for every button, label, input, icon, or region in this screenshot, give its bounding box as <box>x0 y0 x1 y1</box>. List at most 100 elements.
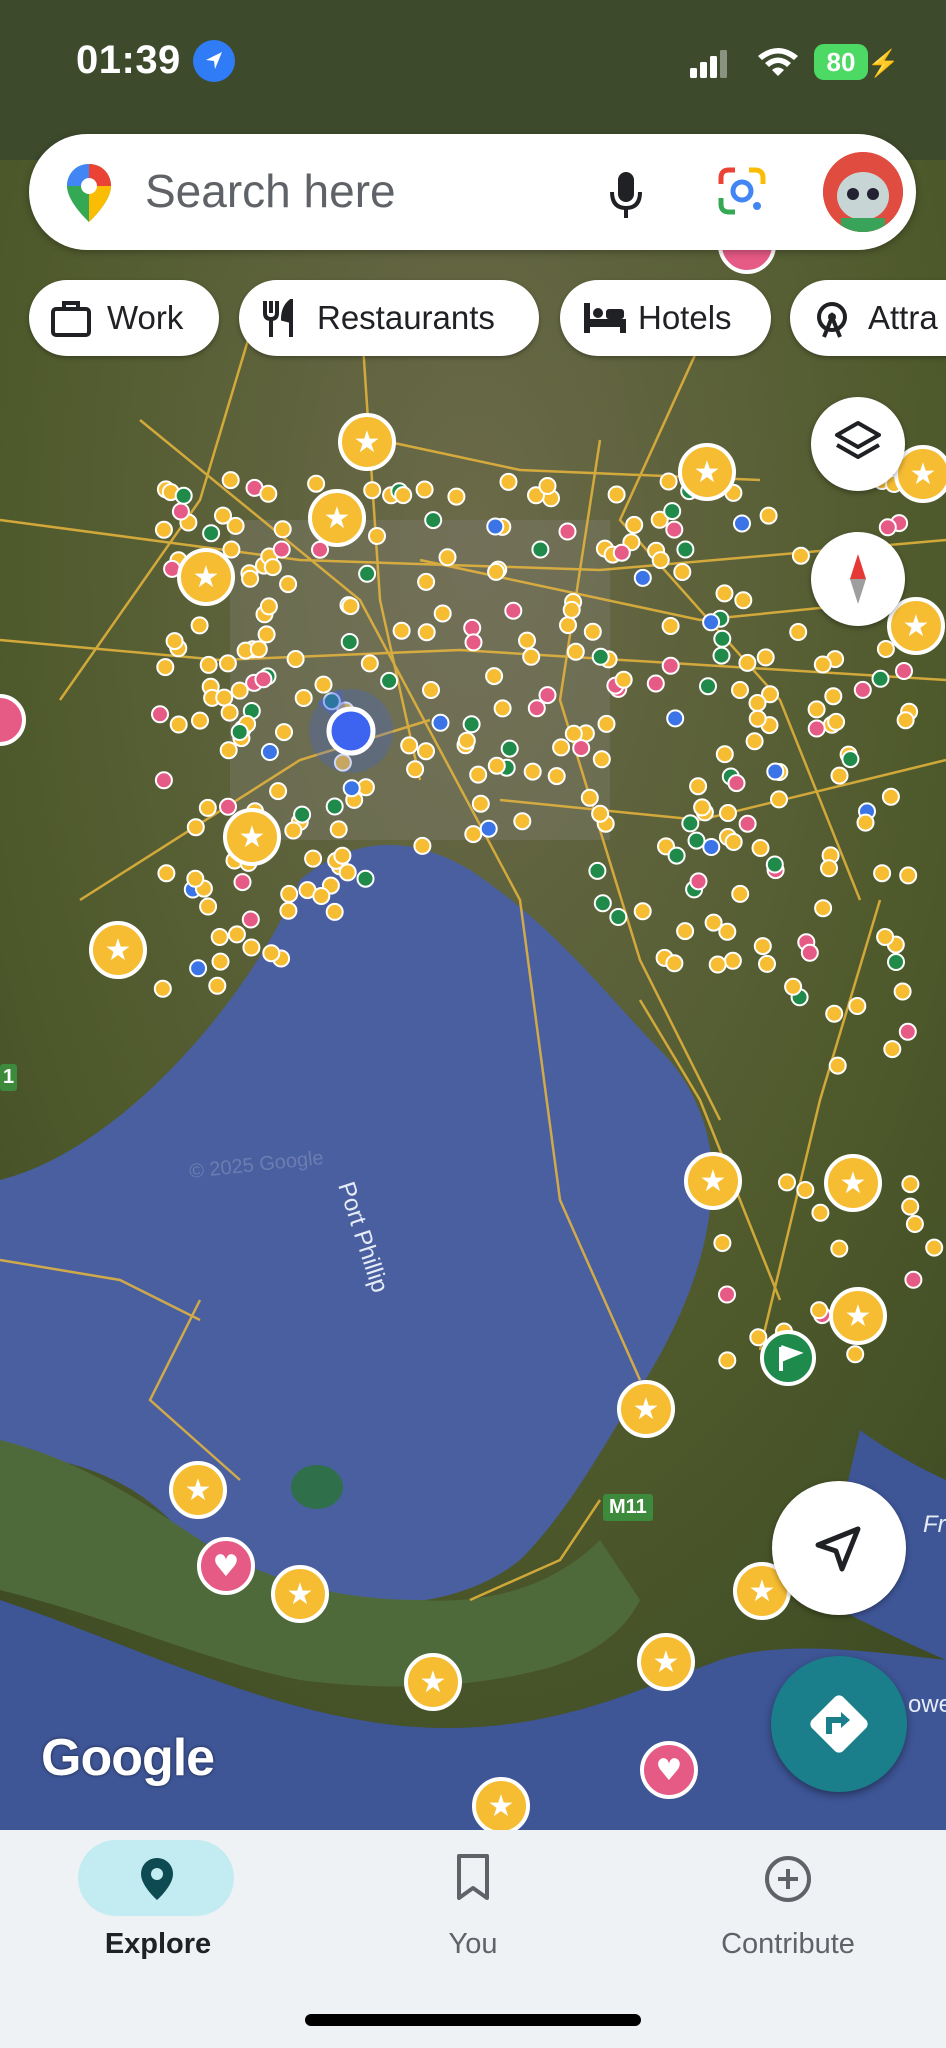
poi-dot[interactable] <box>518 631 536 650</box>
poi-dot[interactable] <box>715 584 734 603</box>
poi-dot[interactable] <box>504 601 523 620</box>
poi-dot[interactable] <box>904 1270 923 1289</box>
poi-dot[interactable] <box>433 604 452 623</box>
poi-dot[interactable] <box>708 955 727 974</box>
poi-dot[interactable] <box>830 766 849 785</box>
poi-dot[interactable] <box>738 653 757 672</box>
poi-dot[interactable] <box>901 1175 920 1194</box>
poi-dot[interactable] <box>202 524 221 543</box>
poi-dot[interactable] <box>415 480 434 499</box>
poi-dot[interactable] <box>259 484 278 503</box>
poi-dot[interactable] <box>356 869 375 888</box>
poi-dot[interactable] <box>689 777 708 796</box>
poi-dot[interactable] <box>493 699 512 718</box>
poi-dot[interactable] <box>825 1004 844 1023</box>
poi-dot[interactable] <box>796 1181 815 1199</box>
directions-button[interactable] <box>771 1656 907 1792</box>
poi-dot[interactable] <box>438 548 457 567</box>
poi-dot[interactable] <box>156 658 175 677</box>
poi-dot[interactable] <box>174 486 193 505</box>
poi-dot[interactable] <box>340 633 359 651</box>
poi-dot[interactable] <box>208 976 227 995</box>
poi-dot[interactable] <box>665 520 684 539</box>
poi-dot[interactable] <box>719 804 737 822</box>
poi-dot[interactable] <box>249 640 268 659</box>
poi-dot[interactable] <box>681 814 700 833</box>
poi-dot[interactable] <box>552 738 571 757</box>
poi-dot[interactable] <box>702 838 721 856</box>
poi-dot[interactable] <box>612 543 631 562</box>
poi-dot[interactable] <box>828 1056 847 1075</box>
poi-dot[interactable] <box>813 655 832 674</box>
poi-dot[interactable] <box>905 1215 924 1233</box>
poi-dot[interactable] <box>830 1239 849 1258</box>
chip-attractions[interactable]: Attra <box>790 280 946 356</box>
poi-dot[interactable] <box>564 724 583 743</box>
poi-dot[interactable] <box>718 922 737 941</box>
poi-dot[interactable] <box>286 650 305 668</box>
poi-dot[interactable] <box>325 797 344 816</box>
poi-dot[interactable] <box>881 787 900 806</box>
poi-dot[interactable] <box>824 687 843 706</box>
poi-dot[interactable] <box>593 894 612 913</box>
poi-dot[interactable] <box>400 736 419 755</box>
poi-dot[interactable] <box>312 887 331 905</box>
poi-dot[interactable] <box>713 629 732 648</box>
poi-dot[interactable] <box>538 477 557 495</box>
poi-dot[interactable] <box>841 750 860 769</box>
poi-dot[interactable] <box>566 642 585 661</box>
poi-dot[interactable] <box>219 797 237 816</box>
poi-dot[interactable] <box>659 472 678 491</box>
poi-dot[interactable] <box>307 474 326 493</box>
google-lens-icon[interactable] <box>717 166 767 216</box>
poi-dot[interactable] <box>257 625 276 644</box>
poi-dot[interactable] <box>807 719 826 738</box>
poi-dot[interactable] <box>733 514 751 533</box>
poi-dot[interactable] <box>687 831 706 850</box>
poi-dot[interactable] <box>392 621 411 640</box>
poi-dot[interactable] <box>380 671 399 690</box>
poi-dot[interactable] <box>325 902 344 921</box>
poi-dot[interactable] <box>883 1040 902 1059</box>
nav-contribute[interactable]: Contribute <box>668 1830 908 2000</box>
poi-dot[interactable] <box>734 591 753 610</box>
poi-dot[interactable] <box>693 798 712 817</box>
poi-dot[interactable] <box>665 954 684 973</box>
poi-dot[interactable] <box>527 699 546 718</box>
poi-dot[interactable] <box>871 669 890 688</box>
poi-dot[interactable] <box>848 997 867 1015</box>
chip-restaurants[interactable]: Restaurants <box>239 280 539 356</box>
poi-dot[interactable] <box>715 745 734 764</box>
poi-dot[interactable] <box>260 743 279 761</box>
poi-dot[interactable] <box>280 884 299 903</box>
poi-dot[interactable] <box>896 711 915 730</box>
poi-dot[interactable] <box>263 558 282 577</box>
poi-dot[interactable] <box>766 762 785 781</box>
poi-dot[interactable] <box>269 782 288 801</box>
poi-dot[interactable] <box>646 674 665 693</box>
poi-dot[interactable] <box>887 953 905 971</box>
poi-dot[interactable] <box>770 790 788 809</box>
poi-dot[interactable] <box>199 655 218 674</box>
poi-dot[interactable] <box>284 821 303 840</box>
poi-dot[interactable] <box>558 522 577 541</box>
poi-dot[interactable] <box>727 774 746 793</box>
poi-dot[interactable] <box>220 703 239 722</box>
poi-dot[interactable] <box>254 670 273 689</box>
poi-dot[interactable] <box>360 654 379 673</box>
poi-dot[interactable] <box>513 812 532 831</box>
poi-dot[interactable] <box>227 925 246 944</box>
poi-dot[interactable] <box>538 686 557 705</box>
poi-dot[interactable] <box>487 756 506 775</box>
poi-dot[interactable] <box>748 694 767 712</box>
poi-dot[interactable] <box>233 873 252 892</box>
poi-dot[interactable] <box>191 711 209 730</box>
poi-dot[interactable] <box>925 1238 944 1257</box>
poi-dot[interactable] <box>673 563 692 581</box>
poi-dot[interactable] <box>294 689 313 707</box>
poi-dot[interactable] <box>745 732 764 751</box>
poi-dot[interactable] <box>222 540 241 559</box>
my-location-button[interactable] <box>772 1481 906 1615</box>
poi-dot[interactable] <box>417 623 436 642</box>
poi-dot[interactable] <box>827 712 846 731</box>
